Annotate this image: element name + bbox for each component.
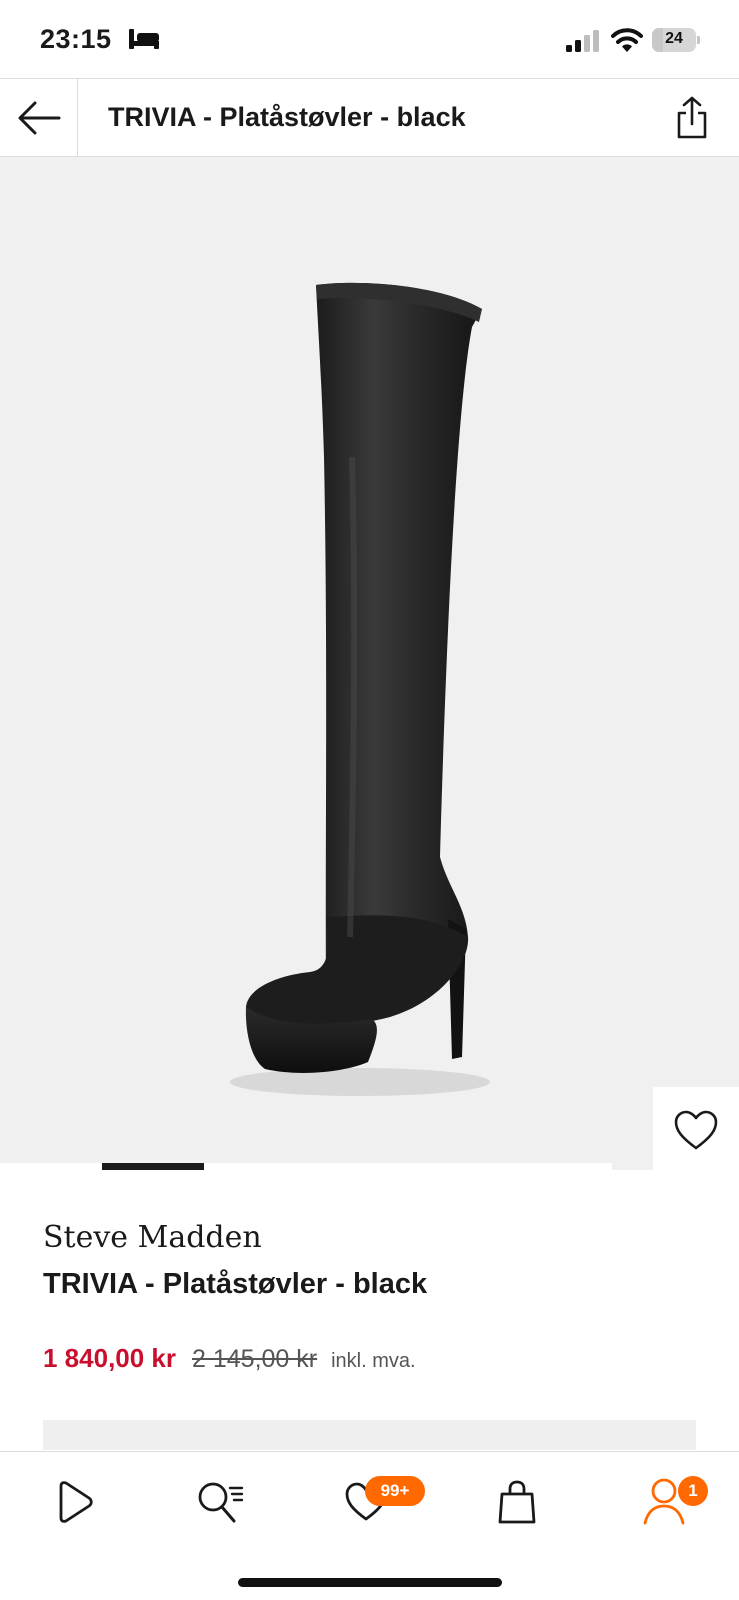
size-selector[interactable] [43,1420,696,1450]
nav-bag[interactable] [489,1474,545,1530]
product-image[interactable] [0,157,739,1170]
arrow-left-icon [18,101,60,134]
profile-badge: 1 [678,1476,708,1506]
share-button[interactable] [672,95,712,141]
nav-search[interactable] [193,1474,249,1530]
price-original: 2 145,00 kr [192,1345,318,1373]
wishlist-button[interactable] [653,1087,739,1173]
search-icon [198,1482,244,1523]
battery-icon: 24 [652,28,700,52]
heart-icon [674,1110,718,1150]
play-icon [59,1481,93,1523]
battery-label: 24 [665,30,683,47]
price-row: 1 840,00 kr 2 145,00 kr inkl. mva. [43,1343,416,1374]
signal-icon [566,30,599,52]
price-vat-note: inkl. mva. [331,1350,416,1372]
brand-name[interactable]: Steve Madden [43,1220,262,1255]
sleep-icon [129,29,159,49]
price-current: 1 840,00 kr [43,1343,177,1373]
bag-icon [498,1480,536,1524]
carousel-indicator-active[interactable] [102,1163,204,1170]
top-header: TRIVIA - Platåstøvler - black [0,78,739,157]
back-button[interactable] [0,79,78,156]
product-name: TRIVIA - Platåstøvler - black [43,1268,428,1300]
nav-discover[interactable] [45,1474,101,1530]
share-icon [677,96,707,139]
wishlist-badge: 99+ [365,1476,425,1506]
wifi-icon [611,28,643,52]
product-gallery[interactable] [0,157,739,1173]
status-bar: 23:15 24 [0,0,739,78]
status-time: 23:15 [40,24,112,54]
carousel-track [0,1163,612,1173]
page-title: TRIVIA - Platåstøvler - black [108,102,466,132]
home-indicator [238,1578,502,1587]
